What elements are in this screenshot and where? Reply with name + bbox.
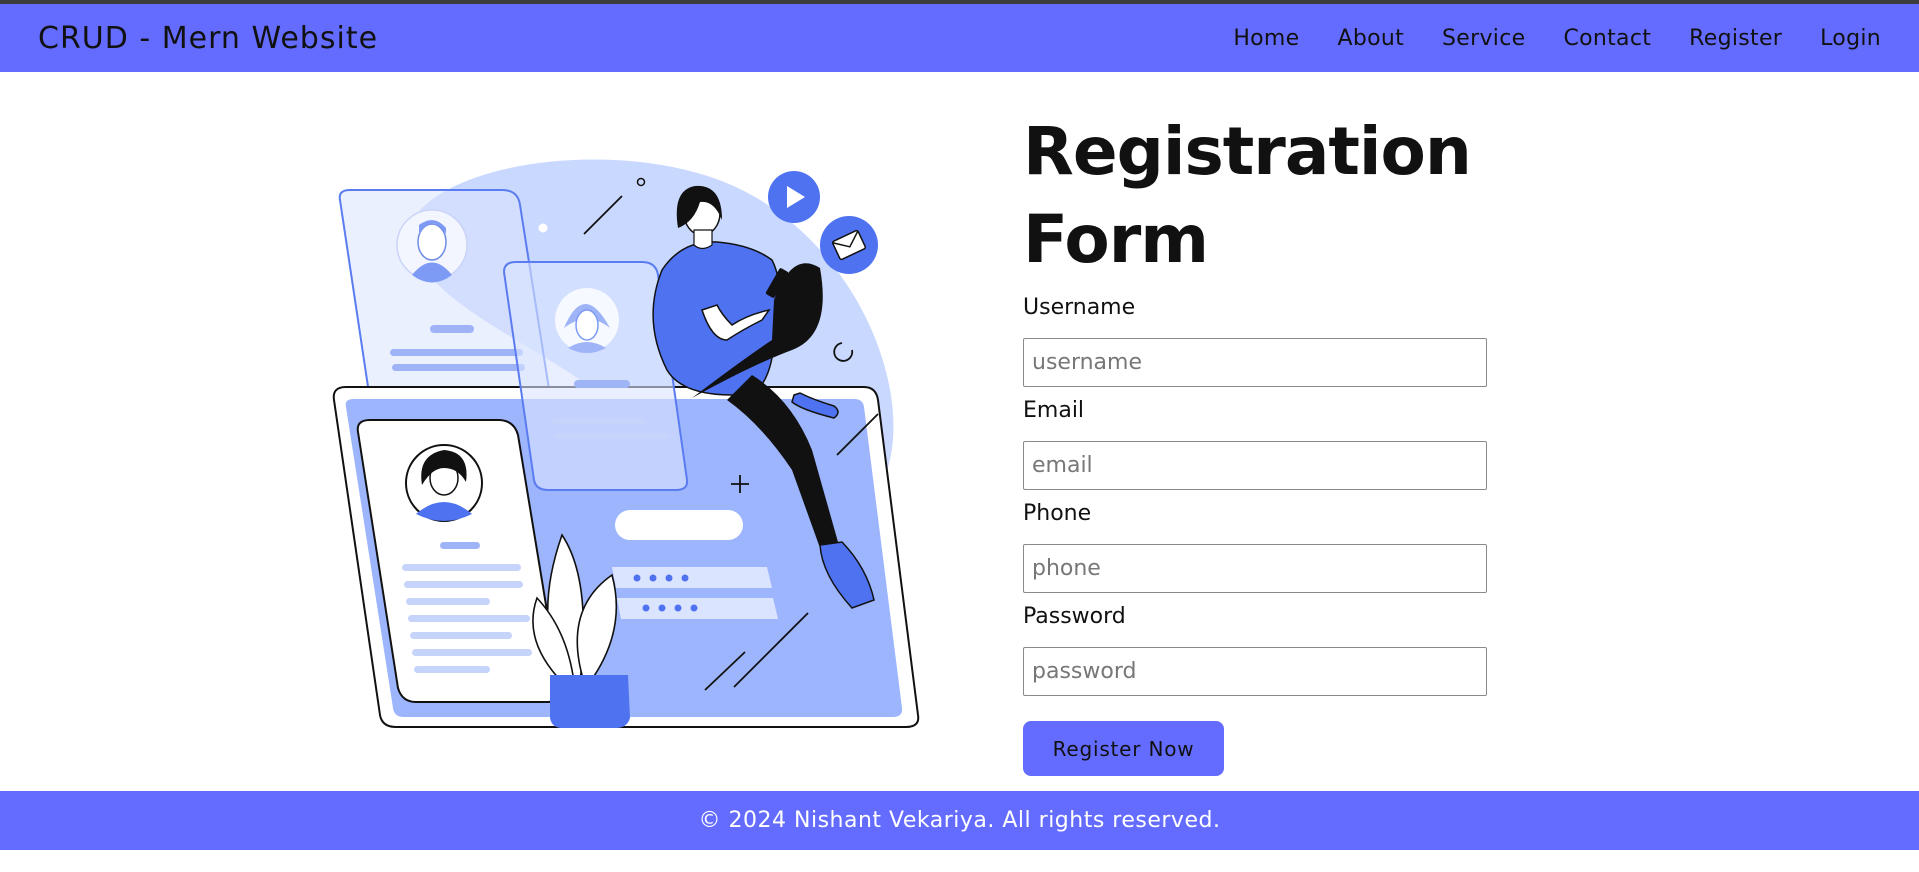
password-input[interactable] (1023, 647, 1487, 696)
nav-service-link[interactable]: Service (1442, 26, 1525, 51)
username-label: Username (1023, 295, 1136, 320)
footer-copyright: © 2024 Nishant Vekariya. All rights rese… (698, 808, 1221, 833)
password-label: Password (1023, 604, 1126, 629)
registration-form: Registration Form Username Email Phone P… (1023, 108, 1623, 776)
email-label: Email (1023, 398, 1085, 423)
email-input[interactable] (1023, 441, 1487, 490)
nav-contact-link[interactable]: Contact (1563, 26, 1651, 51)
footer: © 2024 Nishant Vekariya. All rights rese… (0, 791, 1919, 850)
brand-logo[interactable]: CRUD - Mern Website (38, 21, 378, 56)
nav-login-link[interactable]: Login (1820, 26, 1881, 51)
play-icon (768, 171, 820, 223)
registration-illustration (322, 150, 922, 740)
form-title: Registration Form (1023, 113, 1472, 278)
nav-about-link[interactable]: About (1337, 26, 1404, 51)
nav-register-link[interactable]: Register (1689, 26, 1782, 51)
phone-label: Phone (1023, 501, 1092, 526)
register-now-button[interactable]: Register Now (1023, 721, 1224, 776)
navbar: CRUD - Mern Website Home About Service C… (0, 4, 1919, 72)
nav-links: Home About Service Contact Register Logi… (1233, 26, 1881, 51)
nav-home-link[interactable]: Home (1233, 26, 1299, 51)
mail-icon (820, 216, 878, 274)
username-input[interactable] (1023, 338, 1487, 387)
phone-input[interactable] (1023, 544, 1487, 593)
